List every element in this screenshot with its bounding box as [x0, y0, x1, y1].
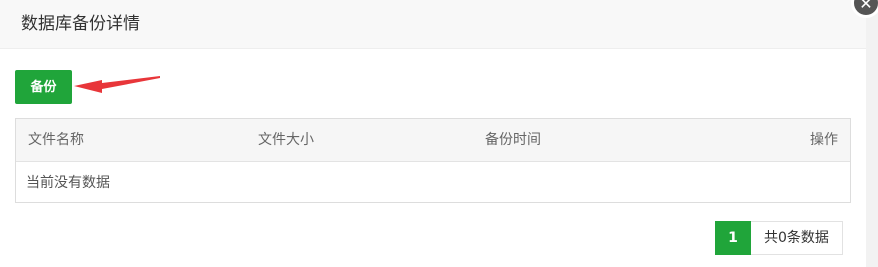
dialog-header: 数据库备份详情: [0, 0, 866, 49]
red-arrow-icon: [74, 76, 160, 93]
backup-button[interactable]: 备份: [15, 70, 72, 104]
page-1-button[interactable]: 1: [715, 221, 751, 255]
column-header-backup-time: 备份时间: [485, 132, 541, 148]
backup-details-dialog: 数据库备份详情 ✕ 备份 文件名称 文件大小 备份时间 操作 当前没有数据 1 …: [0, 0, 878, 267]
dialog-scroll-edge: [866, 0, 878, 267]
empty-table-message: 当前没有数据: [26, 175, 110, 191]
table-header: 文件名称 文件大小 备份时间 操作: [16, 119, 850, 162]
dialog-title: 数据库备份详情: [21, 14, 140, 34]
backup-table: 文件名称 文件大小 备份时间 操作 当前没有数据: [15, 118, 851, 203]
close-icon: ✕: [859, 0, 873, 13]
pagination: 1 共0条数据: [715, 221, 843, 255]
column-header-file-name: 文件名称: [28, 132, 84, 148]
column-header-actions: 操作: [810, 132, 838, 148]
total-count-text: 共0条数据: [751, 221, 843, 255]
column-header-file-size: 文件大小: [258, 132, 314, 148]
